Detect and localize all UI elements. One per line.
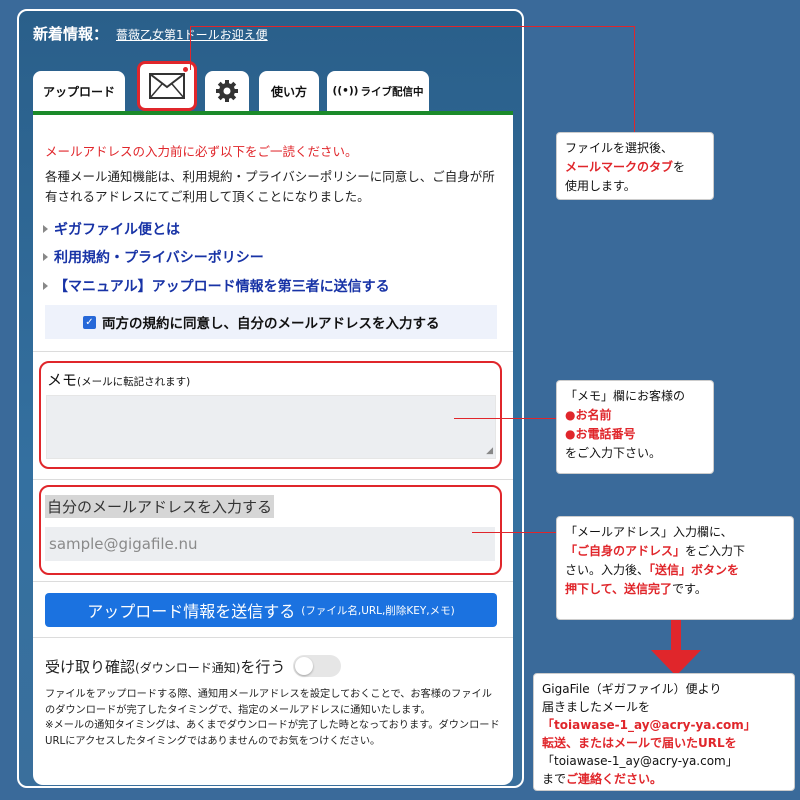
link-manual-label: 【マニュアル】アップロード情報を第三者に送信する [54, 279, 390, 295]
link-about[interactable]: ギガファイル便とは [43, 219, 180, 239]
memo-highlight: メモ(メールに転記されます) ◢ [39, 361, 502, 469]
tab-mail[interactable] [137, 61, 197, 111]
envelope-icon [149, 73, 185, 99]
tab-upload[interactable]: アップロード [33, 71, 125, 111]
receipt-label: 受け取り確認(ダウンロード通知)を行う [45, 657, 286, 676]
news-label: 新着情報： [33, 25, 109, 43]
receipt-toggle[interactable] [293, 655, 342, 677]
connector-line [454, 418, 556, 419]
callout-memo: 「メモ」欄にお客様の ●お名前 ●お電話番号 をご入力下さい。 [556, 380, 714, 474]
news-link[interactable]: 薔薇乙女第1ドールお迎え便 [116, 26, 268, 43]
tab-live-label: ライブ配信中 [360, 85, 424, 98]
caret-right-icon [43, 282, 48, 290]
caret-right-icon [43, 225, 48, 233]
resize-handle-icon[interactable]: ◢ [486, 446, 493, 456]
email-highlight: 自分のメールアドレスを入力する sample@gigafile.nu [39, 485, 502, 575]
notice-text: メールアドレスの入力前に必ず以下をご一読ください。 [45, 144, 358, 159]
link-about-label: ギガファイル便とは [54, 222, 180, 238]
link-terms[interactable]: 利用規約・プライバシーポリシー [43, 247, 264, 267]
caret-right-icon [43, 253, 48, 261]
divider [33, 637, 513, 638]
tab-live[interactable]: ((•)) ライブ配信中 [327, 71, 429, 111]
divider [33, 351, 513, 352]
connector-line [472, 532, 556, 533]
agree-row[interactable]: ✓ 両方の規約に同意し、自分のメールアドレスを入力する [45, 305, 497, 339]
down-arrow-shaft [671, 620, 681, 652]
fineprint: ファイルをアップロードする際、通知用メールアドレスを設定しておくことで、お客様の… [45, 689, 500, 747]
link-manual[interactable]: 【マニュアル】アップロード情報を第三者に送信する [43, 276, 390, 296]
gigafile-panel: 新着情報： 薔薇乙女第1ドールお迎え便 アップロード 使い方 ((•)) ライブ… [17, 9, 524, 788]
tab-howto[interactable]: 使い方 [259, 71, 319, 111]
send-button[interactable]: アップロード情報を送信する (ファイル名,URL,削除KEY,メモ) [45, 593, 497, 627]
email-label: 自分のメールアドレスを入力する [45, 495, 275, 518]
tab-bar: アップロード 使い方 ((•)) ライブ配信中 [33, 61, 513, 111]
divider [33, 479, 513, 480]
email-input[interactable]: sample@gigafile.nu [45, 527, 495, 561]
callout-forward: GigaFile（ギガファイル）便より 届きましたメールを 「toiawase-… [533, 673, 795, 791]
connector-line [634, 26, 635, 132]
tab-settings[interactable] [205, 71, 249, 111]
description-text: 各種メール通知機能は、利用規約・プライバシーポリシーに同意し、ご自身が所有される… [45, 169, 495, 204]
memo-textarea[interactable]: ◢ [46, 395, 496, 459]
agree-checkbox[interactable]: ✓ [83, 315, 96, 329]
callout-mail-tab: ファイルを選択後、 メールマークのタブを 使用します。 [556, 132, 714, 200]
marker-dot [183, 67, 188, 72]
connector-line [190, 26, 191, 70]
agree-label: 両方の規約に同意し、自分のメールアドレスを入力する [102, 316, 440, 332]
gear-icon [216, 80, 238, 102]
memo-label: メモ(メールに転記されます) [47, 371, 191, 389]
broadcast-icon: ((•)) [332, 85, 359, 97]
connector-line [190, 26, 635, 27]
link-terms-label: 利用規約・プライバシーポリシー [54, 250, 264, 266]
receipt-row: 受け取り確認(ダウンロード通知)を行う [45, 655, 342, 677]
mail-card: メールアドレスの入力前に必ず以下をご一読ください。 各種メール通知機能は、利用規… [33, 115, 513, 785]
divider [33, 581, 513, 582]
callout-email: 「メールアドレス」入力欄に、 「ご自身のアドレス」をご入力下 さい。入力後、「送… [556, 516, 794, 620]
